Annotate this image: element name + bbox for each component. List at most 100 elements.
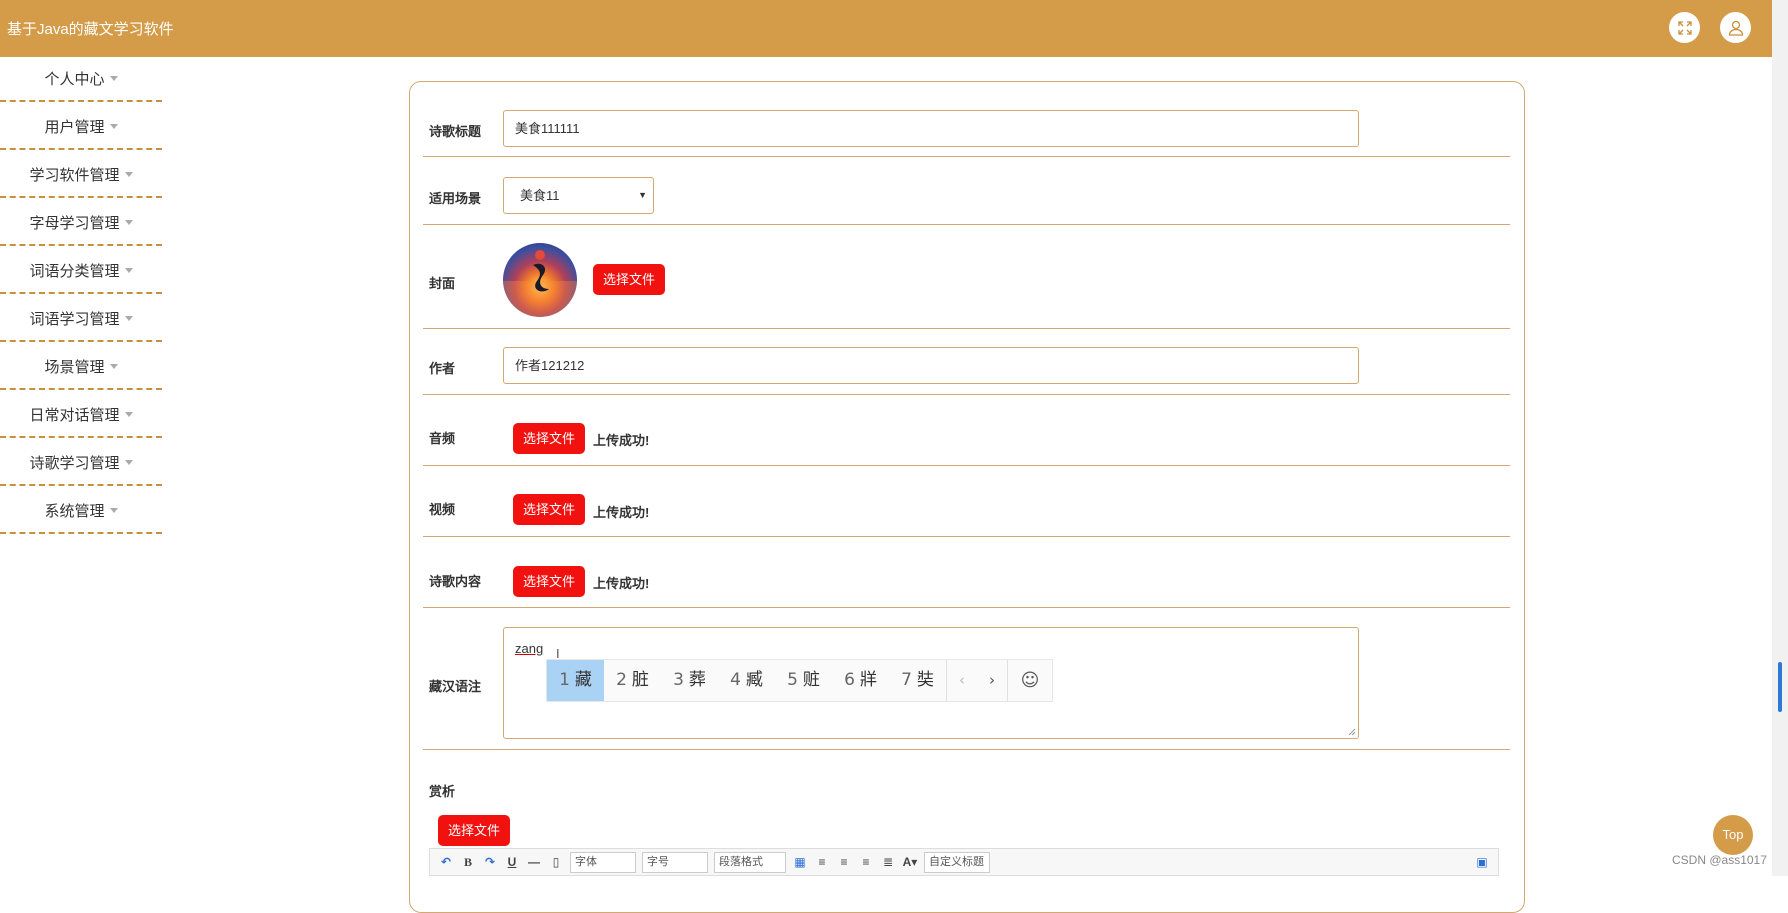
annotation-label: 藏汉语注 — [429, 679, 482, 694]
align-left-icon[interactable]: ≡ — [814, 855, 830, 869]
sidebar-item-label: 字母学习管理 — [29, 215, 120, 232]
expand-icon — [1677, 20, 1692, 35]
resize-handle-icon[interactable] — [1348, 728, 1356, 736]
app-title: 基于Java的藏文学习软件 — [7, 21, 174, 38]
sidebar-item-label: 个人中心 — [44, 71, 105, 88]
underline-icon[interactable]: U — [504, 855, 520, 869]
sidebar-item-software-management[interactable]: 学习软件管理 — [0, 153, 162, 198]
caret-down-icon — [124, 172, 133, 177]
cover-choose-file-button[interactable]: 选择文件 — [593, 264, 666, 295]
sidebar-item-label: 词语分类管理 — [29, 263, 120, 280]
align-center-icon[interactable]: ≡ — [858, 855, 874, 869]
sidebar-item-user-management[interactable]: 用户管理 — [0, 105, 162, 150]
scrollbar-thumb[interactable] — [1778, 662, 1782, 712]
caret-down-icon — [124, 460, 133, 465]
ime-candidate[interactable]: 1藏 — [547, 660, 604, 701]
scene-label: 适用场景 — [429, 191, 482, 206]
scene-select[interactable]: 美食11 ▼ — [503, 177, 654, 214]
form-row-video — [423, 466, 1510, 537]
paragraph-format-select[interactable]: 段落格式 — [714, 851, 786, 873]
sidebar-item-word-study[interactable]: 词语学习管理 — [0, 297, 162, 342]
preview-icon[interactable]: ▣ — [1474, 855, 1490, 869]
caret-down-icon — [109, 364, 118, 369]
caret-down-icon — [109, 76, 118, 81]
caret-down-icon — [109, 508, 118, 513]
align-justify-icon[interactable]: ≣ — [880, 855, 896, 869]
font-color-icon[interactable]: A▾ — [902, 855, 918, 869]
ime-candidate[interactable]: 5赃 — [775, 660, 832, 701]
user-button[interactable] — [1720, 12, 1751, 43]
sidebar-item-alphabet-management[interactable]: 字母学习管理 — [0, 201, 162, 246]
scene-select-value: 美食11 — [520, 188, 560, 203]
content-upload-status: 上传成功! — [593, 576, 650, 591]
video-label: 视频 — [429, 502, 456, 517]
bold-icon[interactable]: B — [460, 855, 476, 870]
custom-heading-select[interactable]: 自定义标题 — [924, 851, 990, 873]
sidebar-item-scene-management[interactable]: 场景管理 — [0, 345, 162, 390]
sidebar-item-label: 系统管理 — [44, 503, 105, 520]
form-row-content — [423, 537, 1510, 608]
page-scrollbar[interactable] — [1772, 0, 1788, 876]
content-choose-file-button[interactable]: 选择文件 — [513, 566, 586, 597]
cover-art — [503, 250, 577, 317]
sidebar-item-label: 诗歌学习管理 — [29, 455, 120, 472]
sidebar-item-label: 用户管理 — [44, 119, 105, 136]
ime-candidate[interactable]: 6牂 — [832, 660, 889, 701]
sidebar-item-label: 日常对话管理 — [29, 407, 120, 424]
audio-upload-status: 上传成功! — [593, 433, 650, 448]
user-icon — [1728, 20, 1743, 36]
form-row-audio — [423, 395, 1510, 466]
title-input[interactable]: 美食111111 — [503, 110, 1359, 147]
caret-down-icon — [124, 268, 133, 273]
audio-label: 音频 — [429, 431, 456, 446]
sidebar: 个人中心 用户管理 学习软件管理 字母学习管理 词语分类管理 词语学习管理 场景… — [0, 57, 162, 537]
redo-icon[interactable]: ↷ — [482, 855, 498, 869]
sidebar-item-system-management[interactable]: 系统管理 — [0, 489, 162, 534]
caret-down-icon — [109, 124, 118, 129]
top-header: 基于Java的藏文学习软件 — [0, 0, 1772, 57]
author-input[interactable]: 作者121212 — [503, 347, 1359, 384]
chevron-down-icon: ▼ — [638, 190, 647, 200]
cover-label: 封面 — [429, 276, 456, 291]
caret-down-icon — [124, 220, 133, 225]
horizontal-rule-icon[interactable]: — — [526, 855, 542, 869]
video-upload-status: 上传成功! — [593, 505, 650, 520]
ime-candidate-bar: 1藏 2脏 3葬 4臧 5赃 6牂 7奘 ‹ › ☺ — [546, 659, 1053, 702]
fullscreen-button[interactable] — [1669, 12, 1700, 43]
ime-composition-text: zang — [515, 641, 544, 656]
document-icon[interactable]: ▯ — [548, 855, 564, 869]
audio-choose-file-button[interactable]: 选择文件 — [513, 423, 586, 454]
content-label: 诗歌内容 — [429, 574, 482, 589]
sidebar-item-dialogue-management[interactable]: 日常对话管理 — [0, 393, 162, 438]
align-right-icon[interactable]: ≡ — [836, 855, 852, 869]
sidebar-item-personal-center[interactable]: 个人中心 — [0, 57, 162, 102]
ime-candidate[interactable]: 4臧 — [718, 660, 775, 701]
undo-icon[interactable]: ↶ — [438, 855, 454, 869]
ime-candidate[interactable]: 3葬 — [661, 660, 718, 701]
form-row-cover — [423, 225, 1510, 329]
sidebar-item-word-category[interactable]: 词语分类管理 — [0, 249, 162, 294]
font-size-select[interactable]: 字号 — [642, 851, 708, 873]
ime-prev-icon[interactable]: ‹ — [946, 660, 977, 701]
appreciation-choose-file-button[interactable]: 选择文件 — [438, 815, 511, 846]
cover-image — [503, 243, 577, 317]
back-to-top-button[interactable]: Top — [1713, 815, 1753, 855]
sidebar-item-label: 学习软件管理 — [29, 167, 120, 184]
emoji-icon[interactable]: ☺ — [1007, 660, 1052, 701]
ime-candidate[interactable]: 2脏 — [604, 660, 661, 701]
author-label: 作者 — [429, 361, 456, 376]
table-icon[interactable]: ▦ — [792, 855, 808, 869]
video-choose-file-button[interactable]: 选择文件 — [513, 494, 586, 525]
watermark-text: CSDN @ass1017 — [1672, 853, 1767, 867]
ime-candidate[interactable]: 7奘 — [889, 660, 946, 701]
caret-down-icon — [124, 412, 133, 417]
sidebar-item-label: 场景管理 — [44, 359, 105, 376]
font-family-select[interactable]: 字体 — [570, 851, 636, 873]
sidebar-item-label: 词语学习管理 — [29, 311, 120, 328]
appreciation-label: 赏析 — [429, 784, 456, 799]
sidebar-item-poem-management[interactable]: 诗歌学习管理 — [0, 441, 162, 486]
title-label: 诗歌标题 — [429, 124, 482, 139]
editor-toolbar: ↶ B ↷ U — ▯ 字体 字号 段落格式 ▦ ≡ ≡ ≡ ≣ A▾ 自定义标… — [429, 848, 1499, 876]
caret-down-icon — [124, 316, 133, 321]
ime-next-icon[interactable]: › — [977, 660, 1007, 701]
